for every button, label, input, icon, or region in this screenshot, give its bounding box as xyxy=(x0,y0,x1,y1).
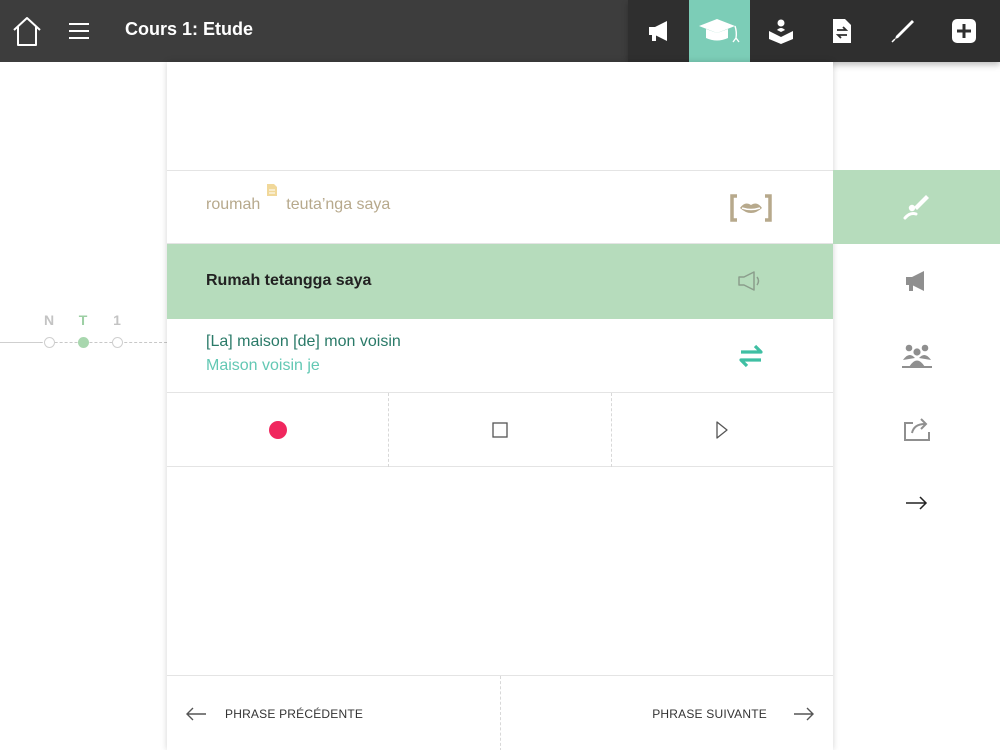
group-icon[interactable] xyxy=(833,318,1000,392)
home-icon[interactable] xyxy=(10,14,44,48)
page-title: Cours 1: Etude xyxy=(125,19,254,39)
arrow-left-icon xyxy=(186,707,206,720)
swap-icon[interactable] xyxy=(739,343,763,374)
target-phrase: Rumah tetangga saya xyxy=(206,272,372,289)
previous-phrase-label: PHRASE PRÉCÉDENTE xyxy=(225,706,364,721)
translation-row: [La] maison [de] mon voisin Maison voisi… xyxy=(167,319,833,393)
step-label-1: 1 xyxy=(113,312,121,328)
step-dot-n[interactable] xyxy=(44,337,55,348)
step-label-n: N xyxy=(43,312,55,328)
phonetic-text: roumah teuta’nga saya xyxy=(206,184,391,214)
top-bar: Cours 1: Etude xyxy=(0,0,1000,62)
target-row: Rumah tetangga saya xyxy=(167,244,833,319)
literal-translation: [La] maison [de] mon voisin xyxy=(206,333,401,350)
phonetic-word-1: roumah xyxy=(206,196,261,213)
brush-icon[interactable] xyxy=(833,170,1000,244)
graduation-icon[interactable] xyxy=(689,0,750,62)
progress-track-start xyxy=(0,342,40,343)
next-phrase-label: PHRASE SUIVANTE xyxy=(652,706,767,721)
word-translation: Maison voisin je xyxy=(206,357,320,374)
phonetic-row: roumah teuta’nga saya xyxy=(167,170,833,244)
step-progress: N T 1 xyxy=(0,310,167,350)
megaphone-icon[interactable] xyxy=(833,244,1000,318)
note-icon[interactable] xyxy=(266,183,278,202)
step-dot-1[interactable] xyxy=(112,337,123,348)
phrase-navigation: PHRASE PRÉCÉDENTE PHRASE SUIVANTE xyxy=(167,675,833,750)
phrase-card: roumah teuta’nga saya Rumah tetangga saya… xyxy=(167,62,833,750)
previous-phrase-button[interactable]: PHRASE PRÉCÉDENTE xyxy=(167,676,501,750)
arrow-right-icon[interactable] xyxy=(833,466,1000,540)
phonetic-word-2: teuta’nga saya xyxy=(286,196,391,213)
megaphone-icon[interactable] xyxy=(628,0,689,62)
next-phrase-button[interactable]: PHRASE SUIVANTE xyxy=(501,676,834,750)
record-button[interactable] xyxy=(167,393,390,467)
reading-icon[interactable] xyxy=(750,0,811,62)
document-swap-icon[interactable] xyxy=(811,0,872,62)
step-label-t: T xyxy=(78,312,88,328)
menu-icon[interactable] xyxy=(66,18,92,44)
recorder-controls xyxy=(167,393,833,467)
side-toolbar xyxy=(833,170,1000,540)
speaker-icon[interactable] xyxy=(737,269,763,298)
share-icon[interactable] xyxy=(833,392,1000,466)
stop-button[interactable] xyxy=(389,393,612,467)
toolbar xyxy=(628,0,1000,62)
arrow-right-icon xyxy=(794,707,814,720)
play-button[interactable] xyxy=(612,393,833,467)
lips-icon[interactable] xyxy=(729,193,773,228)
pen-icon[interactable] xyxy=(872,0,933,62)
step-dot-t[interactable] xyxy=(78,337,89,348)
add-icon[interactable] xyxy=(933,0,994,62)
